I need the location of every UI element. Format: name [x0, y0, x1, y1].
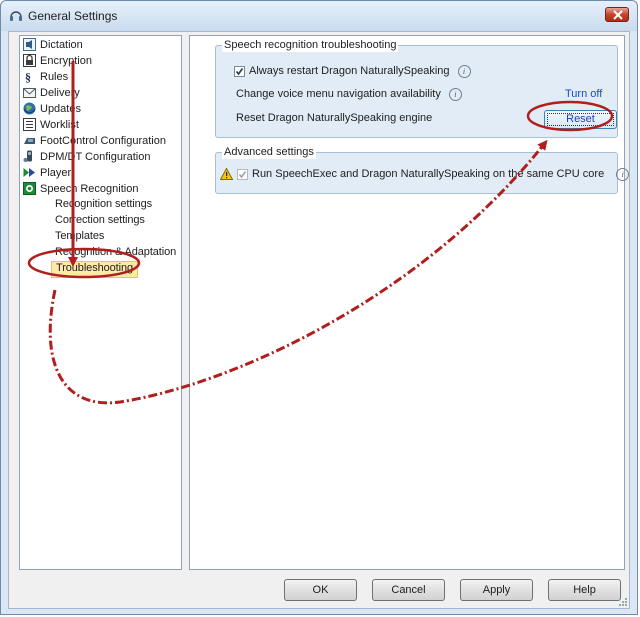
tree-item-label: FootControl Configuration [40, 134, 166, 147]
dictation-icon [23, 38, 36, 51]
turn-off-link[interactable]: Turn off [565, 88, 602, 100]
title-bar[interactable]: General Settings [1, 1, 637, 31]
voice-menu-row: Change voice menu navigation availabilit… [236, 86, 462, 102]
always-restart-checkbox[interactable] [234, 65, 245, 77]
tree-item-label: Encryption [40, 54, 92, 67]
reset-engine-label: Reset Dragon NaturallySpeaking engine [236, 112, 433, 124]
focus-rectangle [547, 113, 614, 126]
tree-item-label: Delivery [40, 86, 80, 99]
info-icon[interactable]: i [616, 167, 630, 181]
warning-icon [220, 168, 233, 180]
reset-engine-row: Reset Dragon NaturallySpeaking engine [236, 110, 432, 126]
lock-icon [23, 54, 36, 67]
speech-icon [23, 182, 36, 195]
tree-item-dictation[interactable]: Dictation [23, 37, 83, 52]
player-icon [23, 168, 35, 177]
mail-icon [23, 88, 36, 98]
tree-item-dpm-dt[interactable]: DPM/DT Configuration [23, 149, 150, 164]
close-icon [613, 10, 623, 20]
tree-item-encryption[interactable]: Encryption [23, 53, 92, 68]
settings-tree: Dictation Encryption § Rules Delivery Up… [19, 35, 182, 570]
tree-subitem-templates[interactable]: Templates [55, 229, 104, 244]
tree-item-player[interactable]: Player [23, 165, 71, 180]
advanced-group: Advanced settings Run SpeechExec and Dra… [215, 146, 630, 194]
list-icon [23, 118, 36, 131]
tree-item-label: DPM/DT Configuration [40, 150, 151, 163]
troubleshooting-group: Speech recognition troubleshooting Alway… [215, 39, 618, 138]
help-button[interactable]: Help [548, 579, 621, 601]
tree-item-label: Worklist [40, 118, 79, 131]
recorder-icon [23, 150, 32, 162]
svg-text:§: § [25, 70, 31, 83]
tree-item-label: Speech Recognition [40, 182, 139, 195]
ok-button[interactable]: OK [284, 579, 357, 601]
same-cpu-checkbox[interactable] [237, 168, 248, 180]
general-settings-window: General Settings Dictation Encryption § … [0, 0, 638, 615]
resize-grip-icon[interactable] [617, 596, 627, 606]
tree-subitem-correction-settings[interactable]: Correction settings [55, 213, 145, 228]
checkmark-icon [235, 67, 244, 75]
close-button[interactable] [605, 7, 629, 22]
same-cpu-label: Run SpeechExec and Dragon NaturallySpeak… [252, 168, 605, 180]
cancel-button[interactable]: Cancel [372, 579, 445, 601]
tree-subitem-recognition-adaptation[interactable]: Recognition & Adaptation [55, 245, 176, 260]
tree-item-delivery[interactable]: Delivery [23, 85, 80, 100]
advanced-group-title: Advanced settings [222, 146, 316, 159]
same-cpu-row: Run SpeechExec and Dragon NaturallySpeak… [220, 166, 630, 182]
tree-subitem-recognition-settings[interactable]: Recognition settings [55, 197, 152, 212]
tree-item-label: Dictation [40, 38, 83, 51]
tree-item-speech-recognition[interactable]: Speech Recognition [23, 181, 138, 196]
reset-button[interactable]: Reset [544, 110, 617, 129]
tree-item-rules[interactable]: § Rules [23, 69, 68, 84]
tree-subitem-troubleshooting[interactable]: Troubleshooting [51, 261, 138, 278]
window-title: General Settings [28, 9, 118, 23]
headset-icon [10, 11, 22, 21]
apply-button[interactable]: Apply [460, 579, 533, 601]
dialog-client-area: Dictation Encryption § Rules Delivery Up… [8, 31, 630, 609]
always-restart-label: Always restart Dragon NaturallySpeaking [249, 65, 450, 77]
troubleshooting-group-title: Speech recognition troubleshooting [222, 39, 399, 52]
tree-item-worklist[interactable]: Worklist [23, 117, 79, 132]
checkmark-icon [238, 170, 247, 178]
globe-icon [23, 102, 36, 115]
always-restart-row: Always restart Dragon NaturallySpeaking … [234, 63, 471, 79]
tree-item-label: Rules [40, 70, 69, 83]
voice-menu-label: Change voice menu navigation availabilit… [236, 88, 441, 100]
settings-panel: Speech recognition troubleshooting Alway… [189, 35, 630, 570]
tree-item-footcontrol[interactable]: FootControl Configuration [23, 133, 166, 148]
info-icon[interactable]: i [448, 87, 462, 101]
tree-item-label: Updates [40, 102, 81, 115]
paragraph-icon: § [25, 70, 31, 83]
tree-item-label: Player [40, 166, 72, 179]
foot-control-icon [24, 138, 35, 144]
tree-item-updates[interactable]: Updates [23, 101, 81, 116]
info-icon[interactable]: i [457, 64, 471, 78]
